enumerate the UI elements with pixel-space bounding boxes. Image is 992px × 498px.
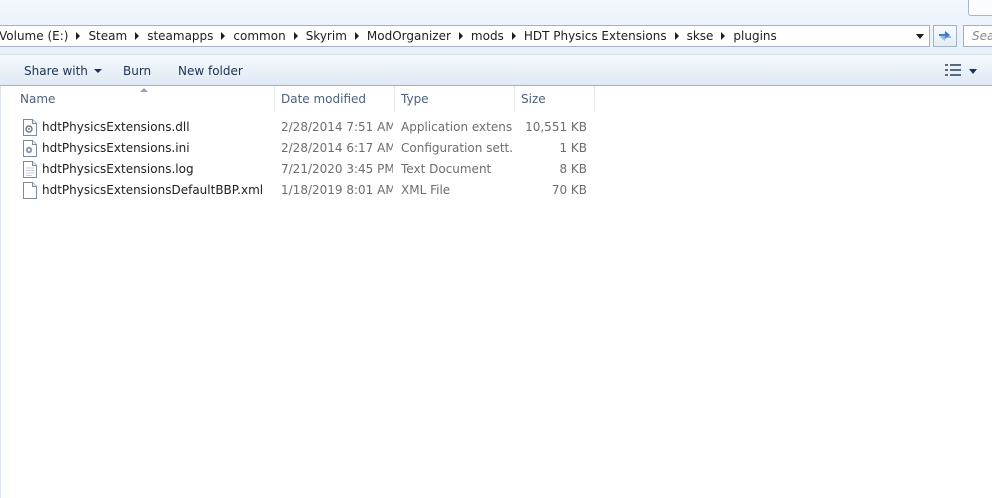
column-headers: Name Date modified Type Size — [0, 86, 600, 112]
text-file-icon — [23, 161, 37, 178]
file-size: 10,551 KB — [525, 120, 587, 134]
breadcrumb-volume[interactable]: Volume (E:) — [0, 26, 82, 46]
file-date-modified: 7/21/2020 3:45 PM — [281, 162, 393, 176]
window-corner — [968, 0, 992, 16]
search-input[interactable]: Sea — [963, 25, 992, 47]
new-folder-label: New folder — [178, 63, 243, 78]
file-name: hdtPhysicsExtensions.ini — [42, 141, 190, 155]
file-name: hdtPhysicsExtensions.log — [42, 162, 194, 176]
column-header-name-label: Name — [20, 92, 56, 106]
chevron-down-icon — [93, 68, 102, 73]
breadcrumb-arrow-icon[interactable] — [354, 32, 359, 40]
file-row[interactable]: hdtPhysicsExtensionsDefaultBBP.xml 1/18/… — [0, 180, 600, 201]
breadcrumb-modorganizer[interactable]: ModOrganizer — [361, 26, 465, 46]
refresh-button[interactable] — [933, 25, 957, 47]
file-type: Application extens... — [401, 120, 513, 134]
xml-file-icon — [23, 182, 37, 199]
file-row[interactable]: hdtPhysicsExtensions.ini 2/28/2014 6:17 … — [0, 138, 600, 159]
share-with-button[interactable]: Share with — [24, 55, 102, 86]
share-with-label: Share with — [24, 63, 88, 78]
file-date-modified: 2/28/2014 6:17 AM — [281, 141, 393, 155]
address-bar[interactable]: Volume (E:) Steam steamapps common Skyri… — [0, 25, 930, 47]
column-header-type[interactable]: Type — [395, 86, 515, 112]
file-date-modified: 1/18/2019 8:01 AM — [281, 183, 393, 197]
change-view-icon[interactable] — [945, 64, 961, 76]
search-placeholder: Sea — [972, 29, 992, 43]
breadcrumb-arrow-icon[interactable] — [458, 32, 463, 40]
burn-button[interactable]: Burn — [123, 55, 151, 86]
breadcrumb-steamapps[interactable]: steamapps — [141, 26, 227, 46]
breadcrumb-skyrim[interactable]: Skyrim — [300, 26, 361, 46]
breadcrumb-arrow-icon[interactable] — [674, 32, 679, 40]
breadcrumb-common[interactable]: common — [227, 26, 299, 46]
column-header-date-modified[interactable]: Date modified — [275, 86, 395, 112]
file-name: hdtPhysicsExtensionsDefaultBBP.xml — [42, 183, 264, 197]
breadcrumb-mods[interactable]: mods — [465, 26, 518, 46]
column-header-type-label: Type — [401, 92, 429, 106]
file-type: Text Document — [401, 162, 492, 176]
breadcrumb-steam[interactable]: Steam — [82, 26, 141, 46]
breadcrumb-arrow-icon[interactable] — [511, 32, 516, 40]
dll-file-icon — [23, 119, 37, 136]
file-size: 1 KB — [559, 141, 587, 155]
new-folder-button[interactable]: New folder — [178, 55, 243, 86]
file-name: hdtPhysicsExtensions.dll — [42, 120, 190, 134]
file-type: Configuration sett... — [401, 141, 513, 155]
address-bar-row: Volume (E:) Steam steamapps common Skyri… — [0, 0, 992, 54]
view-options-chevron-down-icon[interactable] — [969, 69, 977, 74]
refresh-icon — [939, 31, 951, 41]
file-row[interactable]: hdtPhysicsExtensions.log 7/21/2020 3:45 … — [0, 159, 600, 180]
breadcrumb-arrow-icon[interactable] — [221, 32, 226, 40]
file-type: XML File — [401, 183, 451, 197]
file-date-modified: 2/28/2014 7:51 AM — [281, 120, 393, 134]
breadcrumb-arrow-icon[interactable] — [135, 32, 140, 40]
column-header-date-label: Date modified — [281, 92, 367, 106]
column-header-name[interactable]: Name — [0, 86, 275, 112]
breadcrumb-hdt-physics-extensions[interactable]: HDT Physics Extensions — [518, 26, 681, 46]
column-header-size[interactable]: Size — [515, 86, 595, 112]
command-bar: Share with Burn New folder — [0, 54, 992, 86]
breadcrumb-arrow-icon[interactable] — [721, 32, 726, 40]
file-size: 70 KB — [551, 183, 587, 197]
breadcrumb-plugins[interactable]: plugins — [727, 26, 782, 46]
column-header-size-label: Size — [521, 92, 546, 106]
breadcrumb-arrow-icon[interactable] — [76, 32, 81, 40]
file-row[interactable]: hdtPhysicsExtensions.dll 2/28/2014 7:51 … — [0, 117, 600, 138]
burn-label: Burn — [123, 63, 152, 78]
breadcrumb-arrow-icon[interactable] — [293, 32, 298, 40]
ini-file-icon — [23, 140, 37, 157]
breadcrumb-skse[interactable]: skse — [681, 26, 728, 46]
file-size: 8 KB — [559, 162, 587, 176]
address-history-dropdown-icon[interactable] — [912, 29, 928, 43]
